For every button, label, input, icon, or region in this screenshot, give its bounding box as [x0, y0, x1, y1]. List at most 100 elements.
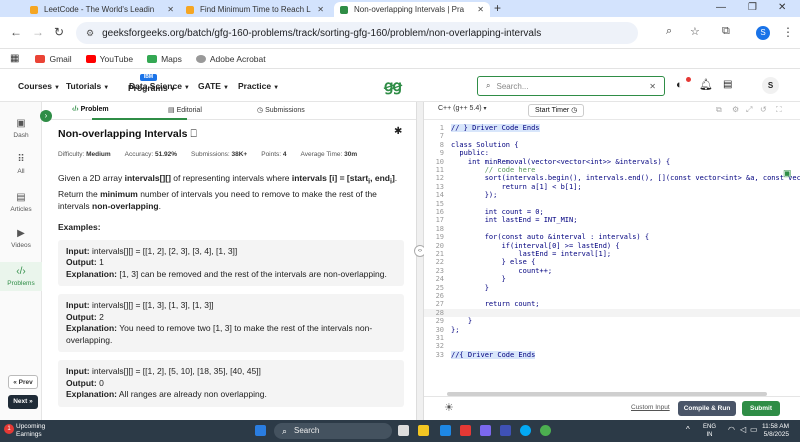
- bell-icon[interactable]: 🔔︎: [699, 78, 713, 91]
- weather-widget[interactable]: Upcoming Earnings: [16, 423, 45, 439]
- code-line[interactable]: 13 return a[1] < b[1];: [424, 183, 800, 191]
- code-line[interactable]: 8 class Solution {: [424, 141, 800, 149]
- taskbar-search[interactable]: Search: [274, 423, 392, 439]
- bookmark-star-icon[interactable]: ☆: [690, 25, 700, 38]
- file-explorer-icon[interactable]: [418, 425, 429, 436]
- code-line[interactable]: 21 lastEnd = interval[1];: [424, 250, 800, 258]
- chat-icon[interactable]: ▣: [783, 168, 792, 179]
- minimize-icon[interactable]: —: [716, 2, 726, 13]
- menu-courses[interactable]: Courses ▼: [18, 81, 60, 91]
- submit-button[interactable]: Submit: [742, 401, 780, 416]
- code-line[interactable]: 15: [424, 200, 800, 208]
- user-avatar[interactable]: S: [762, 77, 779, 94]
- menu-tutorials[interactable]: Tutorials ▼: [66, 81, 109, 91]
- sidebar-item-articles[interactable]: ▤ Articles: [0, 190, 42, 215]
- code-line[interactable]: 30};: [424, 326, 800, 334]
- code-line[interactable]: 31: [424, 334, 800, 342]
- tab-submissions[interactable]: ◷ Submissions: [257, 106, 305, 114]
- expand-sidebar-icon[interactable]: ›: [40, 110, 52, 122]
- prev-button[interactable]: « Prev: [8, 375, 38, 389]
- office-icon[interactable]: [460, 425, 471, 436]
- edge-browser-icon[interactable]: [440, 425, 451, 436]
- dark-mode-icon[interactable]: ◐: [676, 79, 683, 91]
- volume-icon[interactable]: ◁: [740, 425, 746, 434]
- fullscreen-icon[interactable]: ⤢: [746, 105, 752, 115]
- code-line[interactable]: 20 if(interval[0] >= lastEnd) {: [424, 242, 800, 250]
- code-line[interactable]: 16 int count = 0;: [424, 208, 800, 216]
- code-line[interactable]: 27 return count;: [424, 300, 800, 308]
- tab-problem[interactable]: ‹/› Problem: [72, 106, 109, 113]
- code-line[interactable]: 23 count++;: [424, 267, 800, 275]
- sidebar-item-videos[interactable]: ▶ Videos: [0, 226, 42, 251]
- back-arrow-icon[interactable]: ←: [10, 25, 22, 39]
- apps-grid-icon[interactable]: ▦: [10, 53, 19, 64]
- code-line[interactable]: 7: [424, 132, 800, 140]
- profile-avatar[interactable]: S: [756, 26, 770, 40]
- menu-gate[interactable]: GATE ▼: [198, 81, 229, 91]
- edge-icon[interactable]: [520, 425, 531, 436]
- windows-start-icon[interactable]: [255, 425, 266, 436]
- language-indicator[interactable]: ENG IN: [703, 423, 716, 439]
- bookmark-youtube[interactable]: YouTube: [85, 54, 133, 64]
- reset-code-icon[interactable]: ↺: [760, 105, 767, 114]
- bookmark-adobe-acrobat[interactable]: Adobe Acrobat: [195, 54, 266, 64]
- close-tab-icon[interactable]: ✕: [167, 5, 174, 14]
- bug-report-icon[interactable]: ✱: [394, 126, 402, 137]
- extensions-icon[interactable]: ⧉: [722, 25, 730, 38]
- code-line[interactable]: 28: [424, 308, 800, 318]
- sidebar-item-dash[interactable]: ▣ Dash: [0, 116, 42, 141]
- bookmark-gmail[interactable]: Gmail: [35, 54, 72, 64]
- system-clock[interactable]: 11:58 AM 5/8/2025: [762, 423, 789, 439]
- code-line[interactable]: 10 int minRemoval(vector<vector<int>> &i…: [424, 158, 800, 166]
- site-info-icon[interactable]: ⚙: [86, 28, 94, 39]
- panel-resizer[interactable]: [416, 102, 424, 420]
- browser-tab-non-overlapping[interactable]: Non-overlapping Intervals | Pra ✕: [334, 2, 490, 17]
- close-window-icon[interactable]: ✕: [778, 2, 786, 13]
- app-icon[interactable]: [480, 425, 491, 436]
- sidebar-item-all[interactable]: ⠿ All: [0, 152, 42, 177]
- bookmark-maps[interactable]: Maps: [147, 54, 182, 64]
- forward-arrow-icon[interactable]: →: [32, 25, 44, 39]
- browser-tab-leetcode[interactable]: LeetCode - The World's Leadin ✕: [24, 2, 180, 17]
- compile-run-button[interactable]: Compile & Run: [678, 401, 736, 416]
- zoom-icon[interactable]: ⌕: [666, 25, 672, 38]
- close-tab-icon[interactable]: ✕: [477, 5, 484, 14]
- browser-menu-icon[interactable]: ⋮: [782, 25, 794, 39]
- code-line[interactable]: 11 // code here: [424, 166, 800, 174]
- sidebar-item-problems[interactable]: ‹/› Problems: [0, 262, 42, 291]
- code-editor[interactable]: 1 // } Driver Code Ends 7 8 class Solution {…: [424, 120, 800, 392]
- code-line[interactable]: 9 public:: [424, 149, 800, 157]
- browser-tab-find-minimum[interactable]: Find Minimum Time to Reach La ✕: [180, 2, 330, 17]
- code-line[interactable]: 26: [424, 292, 800, 300]
- battery-icon[interactable]: ▭: [750, 425, 758, 434]
- menu-data-science[interactable]: Data Science ▼: [129, 81, 190, 91]
- store-icon[interactable]: [500, 425, 511, 436]
- bookmark-icon[interactable]: ⎕: [188, 128, 196, 140]
- code-line[interactable]: 22 } else {: [424, 258, 800, 266]
- chrome-icon[interactable]: [540, 425, 551, 436]
- maximize-icon[interactable]: ❐: [748, 2, 757, 13]
- code-line[interactable]: 17 int lastEnd = INT_MIN;: [424, 216, 800, 224]
- code-line[interactable]: 29 }: [424, 317, 800, 325]
- code-line[interactable]: 25 }: [424, 284, 800, 292]
- chevron-up-icon[interactable]: ^: [686, 425, 690, 434]
- code-line[interactable]: 24 }: [424, 275, 800, 283]
- url-field[interactable]: ⚙ geeksforgeeks.org/batch/gfg-160-proble…: [76, 22, 638, 44]
- gfg-logo-icon[interactable]: ꞡꞡ: [384, 77, 402, 96]
- reload-icon[interactable]: ↻: [54, 25, 64, 39]
- code-line[interactable]: 1 // } Driver Code Ends: [424, 124, 800, 133]
- site-search-input[interactable]: ⌕ Search... ✕: [477, 76, 665, 96]
- next-button[interactable]: Next »: [8, 395, 38, 409]
- tab-editorial[interactable]: ▤ Editorial: [168, 106, 202, 114]
- code-line[interactable]: 33 //{ Driver Code Ends: [424, 350, 800, 360]
- menu-practice[interactable]: Practice ▼: [238, 81, 279, 91]
- language-select[interactable]: C++ (g++ 5.4) ▾: [438, 105, 487, 112]
- wifi-icon[interactable]: ◠: [728, 425, 735, 434]
- code-line[interactable]: 19 for(const auto &interval : intervals)…: [424, 233, 800, 241]
- start-timer-button[interactable]: Start Timer ◷: [528, 104, 585, 117]
- code-line[interactable]: 14 });: [424, 191, 800, 199]
- new-tab-icon[interactable]: +: [494, 1, 501, 15]
- translate-icon[interactable]: ▤: [723, 79, 732, 90]
- expand-editor-icon[interactable]: ⛶: [776, 105, 782, 115]
- custom-input-link[interactable]: Custom Input: [631, 404, 670, 411]
